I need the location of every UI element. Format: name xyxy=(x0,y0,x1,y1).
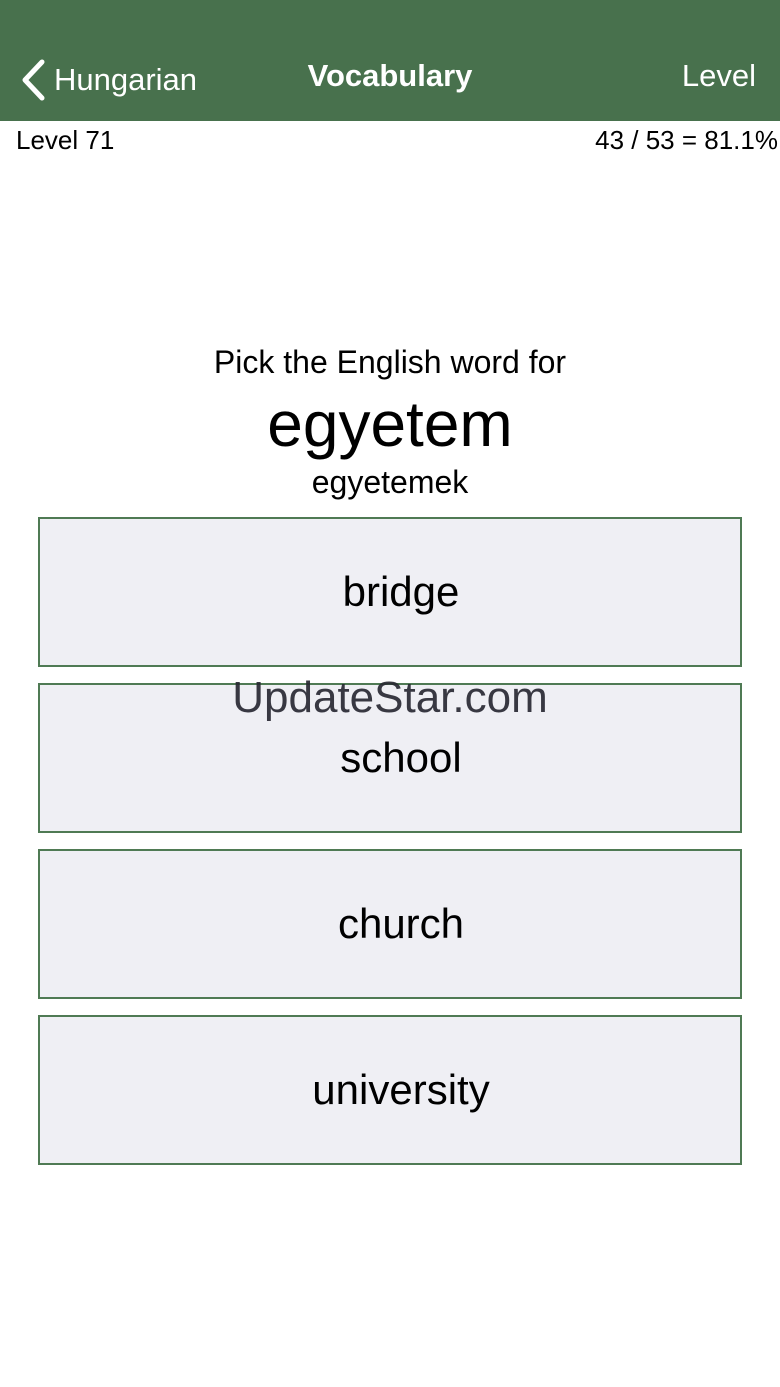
question-word: egyetem xyxy=(267,388,513,460)
navigation-bar: Hungarian Vocabulary Level xyxy=(0,0,780,121)
back-button[interactable]: Hungarian xyxy=(20,52,197,108)
score-readout: 43 / 53 = 81.1% xyxy=(595,125,778,155)
question-prompt: Pick the English word for xyxy=(213,344,567,380)
answer-option-label: bridge xyxy=(342,568,460,615)
answer-option-bridge[interactable]: bridge xyxy=(38,517,742,667)
current-level: Level 71 xyxy=(16,125,115,155)
level-button[interactable]: Level xyxy=(682,58,756,94)
answer-option-church[interactable]: church xyxy=(38,849,742,999)
question-word-plural: egyetemek xyxy=(311,464,469,500)
answer-option-university[interactable]: university xyxy=(38,1015,742,1165)
back-button-label: Hungarian xyxy=(54,62,198,97)
answer-option-school[interactable]: school xyxy=(38,683,742,833)
answer-option-label: church xyxy=(337,900,465,947)
page-title: Vocabulary xyxy=(307,58,473,93)
chevron-left-icon xyxy=(20,59,46,101)
answer-option-label: university xyxy=(312,1066,490,1113)
answer-option-label: school xyxy=(340,734,462,781)
